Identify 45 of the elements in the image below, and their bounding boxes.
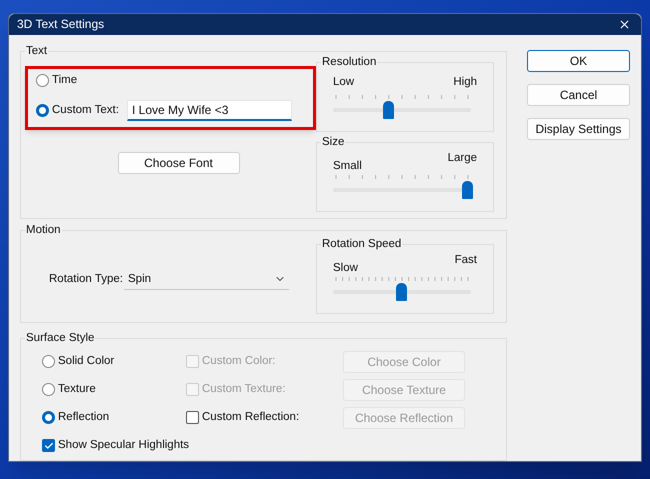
- checkbox-label: Custom Reflection:: [202, 410, 300, 425]
- slider-thumb[interactable]: [382, 101, 394, 119]
- slider-max-label: Large: [448, 151, 477, 166]
- slider-thumb[interactable]: [396, 282, 407, 301]
- slider-max-label: Fast: [454, 252, 477, 268]
- check-icon: [44, 440, 54, 450]
- radio-label: Time: [52, 72, 78, 88]
- dialog-button[interactable]: Display Settings: [527, 118, 630, 140]
- custom-text-field[interactable]: I Love My Wife <3: [127, 100, 292, 121]
- slider-thumb[interactable]: [462, 181, 473, 200]
- slider-track[interactable]: [333, 181, 471, 200]
- radio-label: Reflection: [58, 410, 110, 425]
- checkbox[interactable]: [186, 411, 199, 424]
- group-label: Motion: [25, 223, 62, 238]
- window-title: 3D Text Settings: [17, 16, 104, 34]
- radio-button[interactable]: [36, 104, 49, 117]
- radio-button[interactable]: [42, 411, 55, 424]
- radio-button[interactable]: [42, 383, 55, 396]
- slider-track[interactable]: [333, 101, 471, 119]
- dialog-button[interactable]: Cancel: [527, 84, 630, 106]
- slider-max-label: High: [453, 74, 477, 90]
- radio-button[interactable]: [42, 355, 55, 368]
- slider-min-label: Low: [333, 74, 354, 90]
- checkbox-label: Custom Color:: [202, 354, 276, 369]
- group-label: Text: [25, 44, 48, 58]
- slider-min-label: Slow: [333, 260, 358, 276]
- radio-label: Custom Text:: [52, 102, 119, 118]
- field-label: Rotation Type:: [49, 272, 124, 287]
- group-label: Surface Style: [25, 330, 96, 346]
- checkbox-label: Custom Texture:: [202, 382, 286, 397]
- radio-label: Solid Color: [58, 354, 114, 369]
- radio-label: Texture: [58, 382, 96, 397]
- group-label: Size: [321, 135, 346, 150]
- dropdown-value: Spin: [128, 272, 152, 286]
- group-label: Resolution: [321, 54, 378, 70]
- dialog-button[interactable]: Choose Font: [118, 152, 240, 174]
- dialog-button[interactable]: OK: [527, 50, 630, 72]
- checkbox-label: Show Specular Highlights: [58, 438, 190, 453]
- slider-min-label: Small: [333, 159, 362, 174]
- close-icon[interactable]: [618, 18, 631, 31]
- radio-button[interactable]: [36, 74, 49, 87]
- checkbox[interactable]: [42, 439, 55, 452]
- slider-track[interactable]: [333, 282, 471, 301]
- group-label: Rotation Speed: [321, 236, 402, 252]
- rotation-type-dropdown[interactable]: Spin: [124, 269, 289, 290]
